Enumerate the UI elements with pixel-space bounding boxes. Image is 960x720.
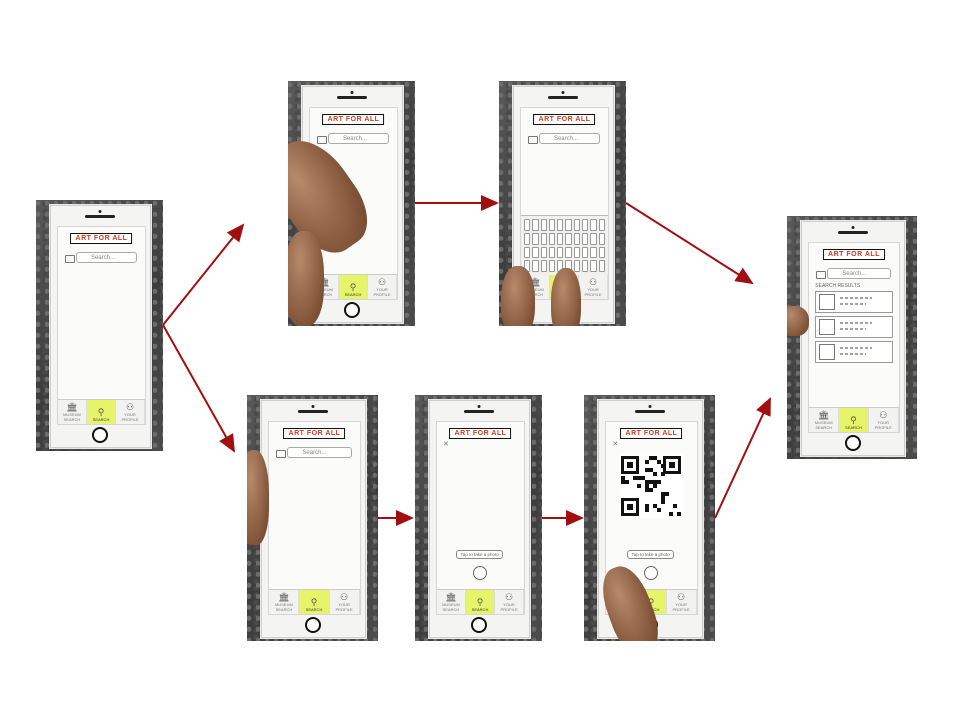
flow-arrow [714, 397, 771, 519]
flow-arrow [625, 202, 754, 285]
flow-arrows [162, 195, 771, 526]
flow-arrow [162, 223, 245, 326]
flow-arrow [162, 324, 235, 453]
